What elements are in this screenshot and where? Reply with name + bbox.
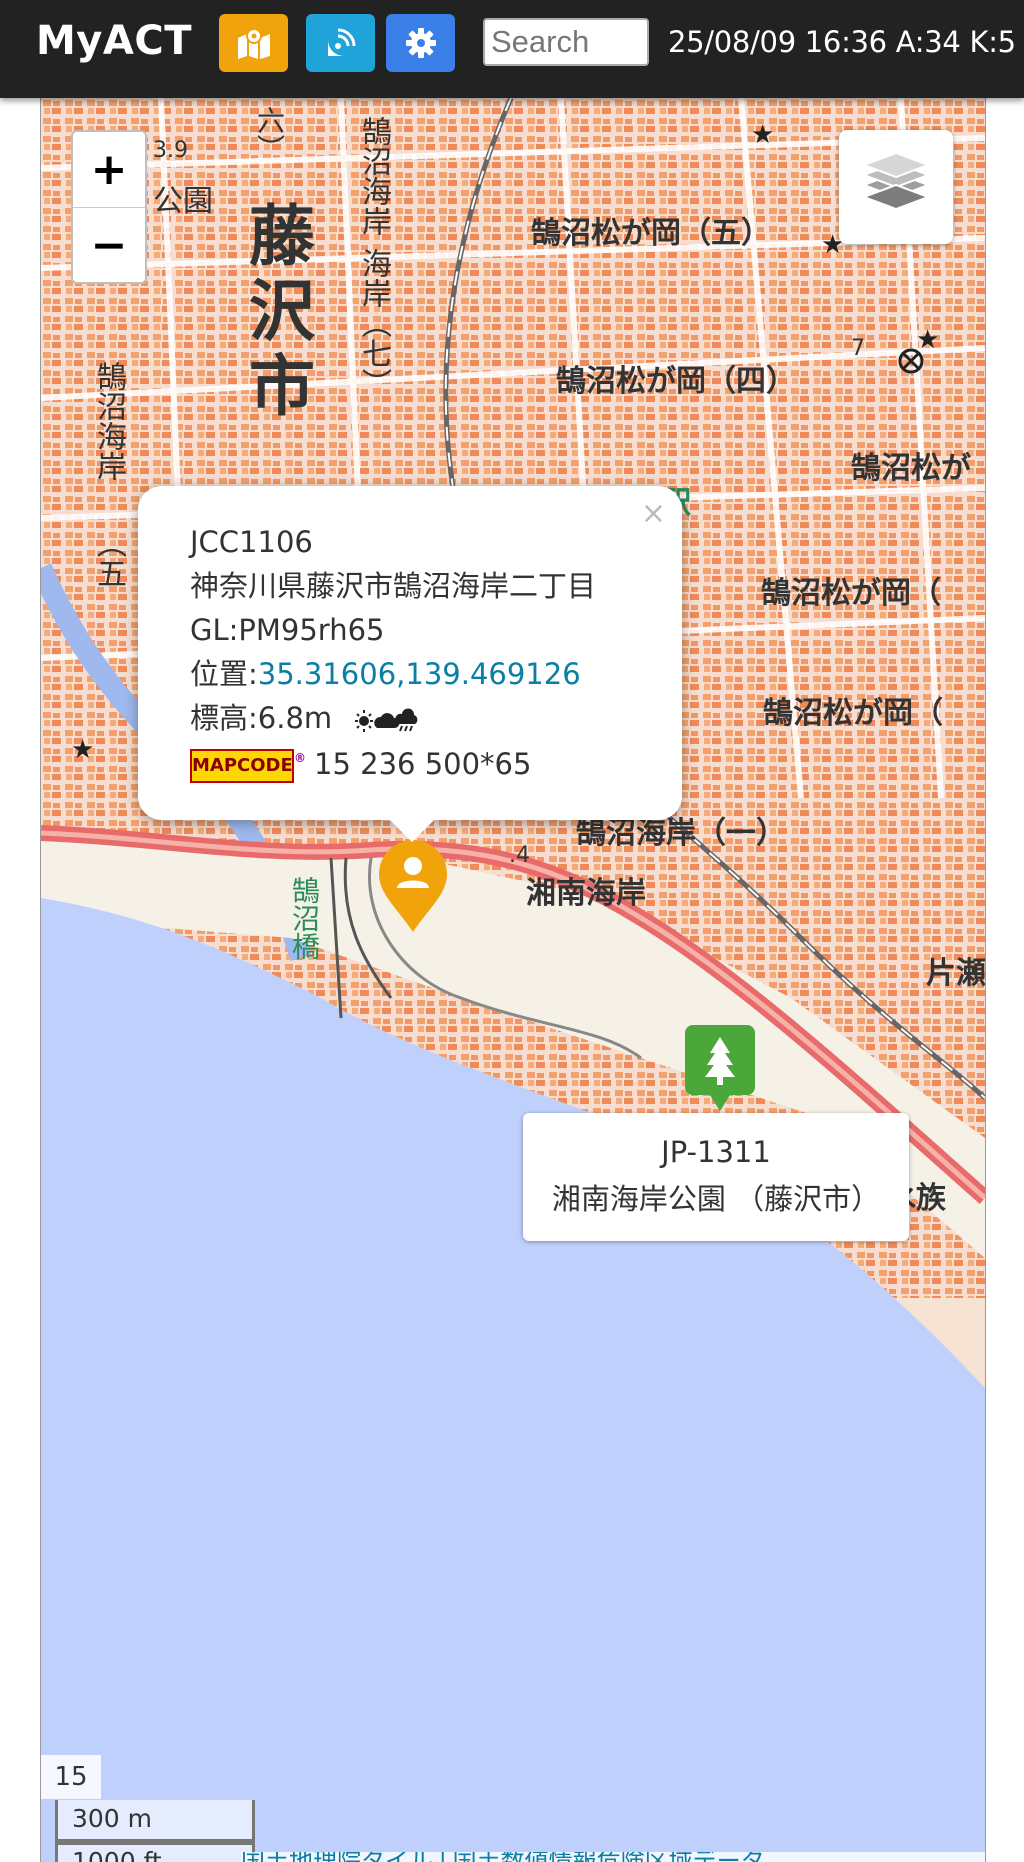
layers-icon: [861, 153, 931, 211]
popup-mapcode: MAPCODE15 236 500*65: [190, 742, 596, 786]
mapcode-value: 15 236 500*65: [314, 747, 532, 781]
popup-elevation: 標高:6.8m: [190, 696, 596, 740]
popup-close-button[interactable]: ×: [641, 496, 666, 531]
map-label: 湘南海岸: [526, 876, 646, 911]
map-label: 片瀬: [926, 956, 986, 991]
app-brand[interactable]: MyACT: [36, 18, 192, 64]
top-navbar: MyACT Search 25/08/09 16:36 A:34 K:5: [0, 0, 1024, 98]
map-attribution[interactable]: 国土地理院タイル | 国土数値情報危険区域データ: [241, 1852, 985, 1862]
settings-button[interactable]: [386, 14, 455, 72]
map-tiles: ★ ★ ★ ★: [41, 98, 985, 1862]
satellite-dish-icon: [327, 28, 355, 56]
popup-grid: GL:PM95rh65: [190, 613, 385, 647]
sun-cloud-rain-icon: [355, 708, 418, 732]
park-ref: JP-1311: [661, 1135, 771, 1169]
svg-text:★: ★: [71, 735, 94, 765]
map-label: 7: [851, 336, 865, 361]
satellite-button[interactable]: [306, 14, 375, 72]
zoom-out-button[interactable]: −: [73, 208, 145, 283]
map-label: （五: [91, 528, 126, 588]
layers-button[interactable]: [839, 130, 953, 244]
svg-text:★: ★: [751, 120, 774, 150]
park-marker[interactable]: [683, 1023, 757, 1113]
popup-ref: JCC1106: [190, 525, 313, 559]
map-label: 鵠沼松が: [851, 451, 971, 486]
scale-imperial: 1000 ft: [55, 1842, 255, 1862]
map-label: 鵠沼松が岡（: [761, 576, 941, 611]
status-readout: 25/08/09 16:36 A:34 K:5: [668, 25, 1016, 59]
svg-text:★: ★: [916, 325, 939, 355]
map-label: 六）: [253, 106, 286, 162]
map-label-city: 市: [249, 348, 315, 425]
park-tooltip: JP-1311 湘南海岸公園 （藤沢市）: [523, 1113, 909, 1241]
map-label: 鵠沼海岸: [356, 116, 391, 236]
map-label-bridge: 鵠沼橋: [288, 876, 321, 960]
mapcode-logo: MAPCODE: [190, 743, 306, 783]
zoom-control: + −: [71, 130, 147, 284]
search-input[interactable]: [483, 18, 649, 66]
map-button[interactable]: [219, 14, 288, 72]
park-name: 湘南海岸公園 （藤沢市）: [551, 1182, 881, 1216]
map-label: 3.9: [153, 138, 188, 163]
scale-metric: 300 m: [55, 1800, 255, 1842]
map-label: 鵠沼松が岡（五）: [531, 216, 771, 251]
map-label: .4: [509, 843, 530, 868]
map-marked-icon: [237, 28, 270, 59]
map-label: 鵠沼海岸: [91, 361, 126, 481]
map-label: 鵠沼松が岡（: [763, 696, 943, 731]
current-location-marker[interactable]: [377, 838, 449, 934]
map-label: 公園: [153, 184, 213, 219]
zoom-in-button[interactable]: +: [73, 132, 145, 208]
map-label: 鵠沼松が岡（四）: [556, 364, 796, 399]
zoom-level: 15: [41, 1755, 101, 1799]
popup-address: 神奈川県藤沢市鵠沼海岸二丁目: [190, 569, 597, 603]
location-popup: × JCC1106 神奈川県藤沢市鵠沼海岸二丁目 GL:PM95rh65 位置:…: [138, 486, 682, 842]
gear-icon: [405, 28, 436, 58]
popup-position: 位置:35.31606,139.469126: [190, 657, 581, 691]
map-label: 海岸（七）: [356, 248, 391, 398]
position-link[interactable]: 35.31606,139.469126: [258, 657, 581, 691]
map-view[interactable]: ★ ★ ★ ★ 藤 沢 市 鵠沼海岸 海岸（七） 六） 3.9 公園 鵠沼松が岡…: [40, 98, 986, 1862]
